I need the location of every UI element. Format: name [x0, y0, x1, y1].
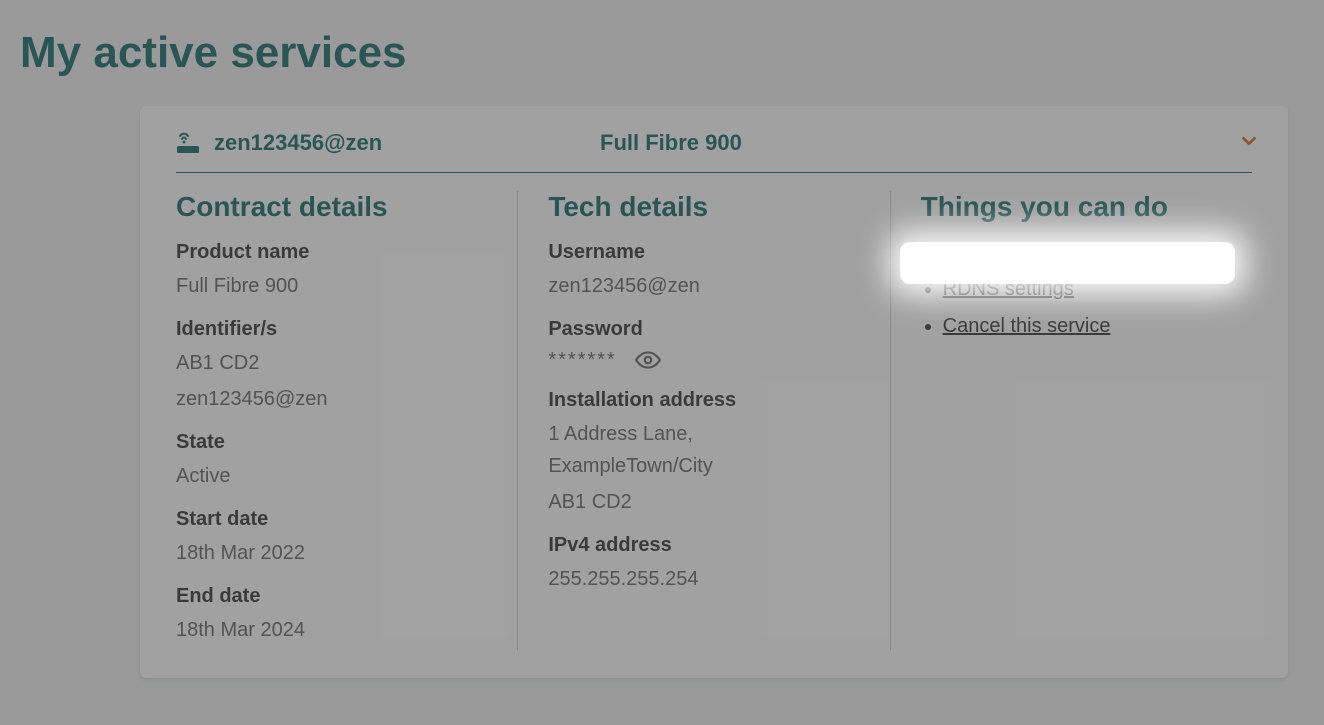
tech-details-column: Tech details Username zen123456@zen Pass… [518, 191, 890, 650]
router-icon [176, 132, 200, 154]
cancel-service-link[interactable]: Cancel this service [943, 315, 1111, 337]
install-address-label: Installation address [548, 389, 859, 412]
list-item: Cancel this service [943, 315, 1232, 338]
service-columns: Contract details Product name Full Fibre… [140, 173, 1288, 678]
chevron-down-icon[interactable] [1238, 130, 1260, 157]
identifier-value-2: zen123456@zen [176, 383, 487, 415]
list-item: RDNS settings [943, 278, 1232, 301]
service-card: zen123456@zen Full Fibre 900 Contract de… [140, 106, 1288, 678]
actions-list: Email settings RDNS settings Cancel this… [921, 241, 1232, 338]
list-item: Email settings [943, 241, 1232, 264]
password-row: ******* [548, 347, 859, 373]
install-address-line-1: 1 Address Lane, ExampleTown/City [548, 418, 859, 482]
page-title: My active services [0, 0, 1324, 78]
contract-details-column: Contract details Product name Full Fibre… [176, 191, 518, 650]
install-address-line-2: AB1 CD2 [548, 486, 859, 518]
end-date-value: 18th Mar 2024 [176, 614, 487, 646]
email-settings-link[interactable]: Email settings [943, 241, 1068, 263]
actions-section-title: Things you can do [921, 191, 1232, 223]
end-date-label: End date [176, 585, 487, 608]
ipv4-value: 255.255.255.254 [548, 563, 859, 595]
start-date-value: 18th Mar 2022 [176, 537, 487, 569]
ipv4-label: IPv4 address [548, 534, 859, 557]
actions-column: Things you can do Email settings RDNS se… [891, 191, 1252, 650]
password-masked: ******* [548, 349, 616, 372]
password-label: Password [548, 318, 859, 341]
service-account-id: zen123456@zen [214, 130, 382, 156]
username-value: zen123456@zen [548, 270, 859, 302]
identifier-value-1: AB1 CD2 [176, 347, 487, 379]
state-value: Active [176, 460, 487, 492]
eye-icon[interactable] [635, 347, 661, 373]
identifier-label: Identifier/s [176, 318, 487, 341]
product-name-label: Product name [176, 241, 487, 264]
tech-section-title: Tech details [548, 191, 859, 223]
state-label: State [176, 431, 487, 454]
service-product-name: Full Fibre 900 [600, 130, 742, 156]
rdns-settings-link[interactable]: RDNS settings [943, 278, 1074, 300]
username-label: Username [548, 241, 859, 264]
product-name-value: Full Fibre 900 [176, 270, 487, 302]
service-card-header[interactable]: zen123456@zen Full Fibre 900 [140, 106, 1288, 172]
start-date-label: Start date [176, 508, 487, 531]
contract-section-title: Contract details [176, 191, 487, 223]
